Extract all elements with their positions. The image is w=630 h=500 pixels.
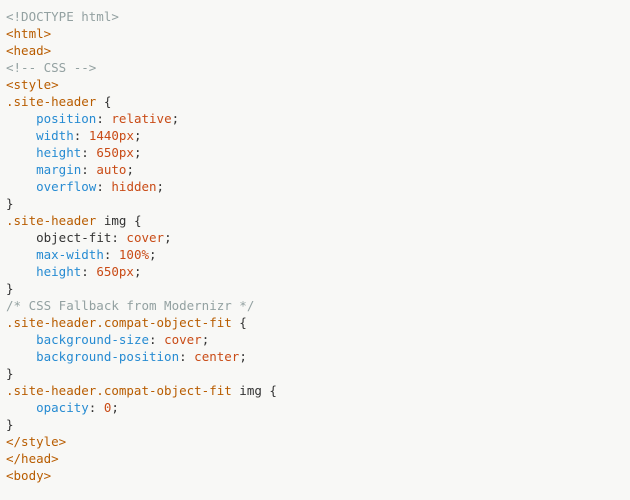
token: background-size [36,332,149,347]
code-block: <!DOCTYPE html> <html> <head> <!-- CSS --> <… [6,8,624,484]
token: } [6,196,14,211]
code-line: .site-header.compat-object-fit img { [6,382,624,399]
token: <body> [6,468,51,483]
token: 100% [119,247,149,262]
code-line: object-fit: cover; [6,229,624,246]
code-line: height: 650px; [6,144,624,161]
code-line: .site-header.compat-object-fit { [6,314,624,331]
token: </head> [6,451,59,466]
token: ; [126,162,134,177]
token: <style> [6,77,59,92]
token: <head> [6,43,51,58]
token: .site-header.compat-object-fit [6,315,232,330]
token: cover [126,230,164,245]
token: cover [164,332,202,347]
code-line: } [6,365,624,382]
code-line: width: 1440px; [6,127,624,144]
token: : [104,247,119,262]
token: : [149,332,164,347]
token: <!-- CSS --> [6,60,96,75]
code-line: background-size: cover; [6,331,624,348]
token: auto [96,162,126,177]
token: <!DOCTYPE html> [6,9,119,24]
token: .site-header.compat-object-fit [6,383,232,398]
token: max-width [36,247,104,262]
token: .site-header [6,94,96,109]
token: ; [239,349,247,364]
token: ; [202,332,210,347]
token: ; [134,264,142,279]
token: ; [134,128,142,143]
code-line: <!DOCTYPE html> [6,8,624,25]
token: /* CSS Fallback from Modernizr */ [6,298,254,313]
code-line: max-width: 100%; [6,246,624,263]
token: : [96,111,111,126]
code-line: .site-header { [6,93,624,110]
code-line: </style> [6,433,624,450]
code-line: background-position: center; [6,348,624,365]
code-line: opacity: 0; [6,399,624,416]
code-line: <body> [6,467,624,484]
token: 1440px [89,128,134,143]
token: ; [134,145,142,160]
token: } [6,366,14,381]
token: .site-header [6,213,96,228]
code-line: .site-header img { [6,212,624,229]
token: : [81,264,96,279]
code-line: </head> [6,450,624,467]
token: { [232,315,247,330]
token: hidden [111,179,156,194]
code-line: height: 650px; [6,263,624,280]
code-line: overflow: hidden; [6,178,624,195]
token: <html> [6,26,51,41]
token: : [179,349,194,364]
token: } [6,281,14,296]
token: { [96,94,111,109]
token: relative [111,111,171,126]
token: ; [149,247,157,262]
token: object-fit: [36,230,126,245]
token: img { [232,383,277,398]
token: margin [36,162,81,177]
token: 650px [96,145,134,160]
token: </style> [6,434,66,449]
token: overflow [36,179,96,194]
token: : [74,128,89,143]
token: ; [157,179,165,194]
token: height [36,264,81,279]
token: height [36,145,81,160]
token: ; [164,230,172,245]
code-line: <style> [6,76,624,93]
code-line: <!-- CSS --> [6,59,624,76]
token: background-position [36,349,179,364]
token: center [194,349,239,364]
code-line: <head> [6,42,624,59]
token: : [81,162,96,177]
token: ; [172,111,180,126]
code-line: /* CSS Fallback from Modernizr */ [6,297,624,314]
token: img { [96,213,141,228]
token: : [96,179,111,194]
code-line: <html> [6,25,624,42]
token: 650px [96,264,134,279]
token: : [89,400,104,415]
token: : [81,145,96,160]
code-line: } [6,280,624,297]
token: position [36,111,96,126]
code-line: } [6,195,624,212]
token: width [36,128,74,143]
token: ; [111,400,119,415]
code-line: position: relative; [6,110,624,127]
code-line: } [6,416,624,433]
token: } [6,417,14,432]
code-line: margin: auto; [6,161,624,178]
token: opacity [36,400,89,415]
